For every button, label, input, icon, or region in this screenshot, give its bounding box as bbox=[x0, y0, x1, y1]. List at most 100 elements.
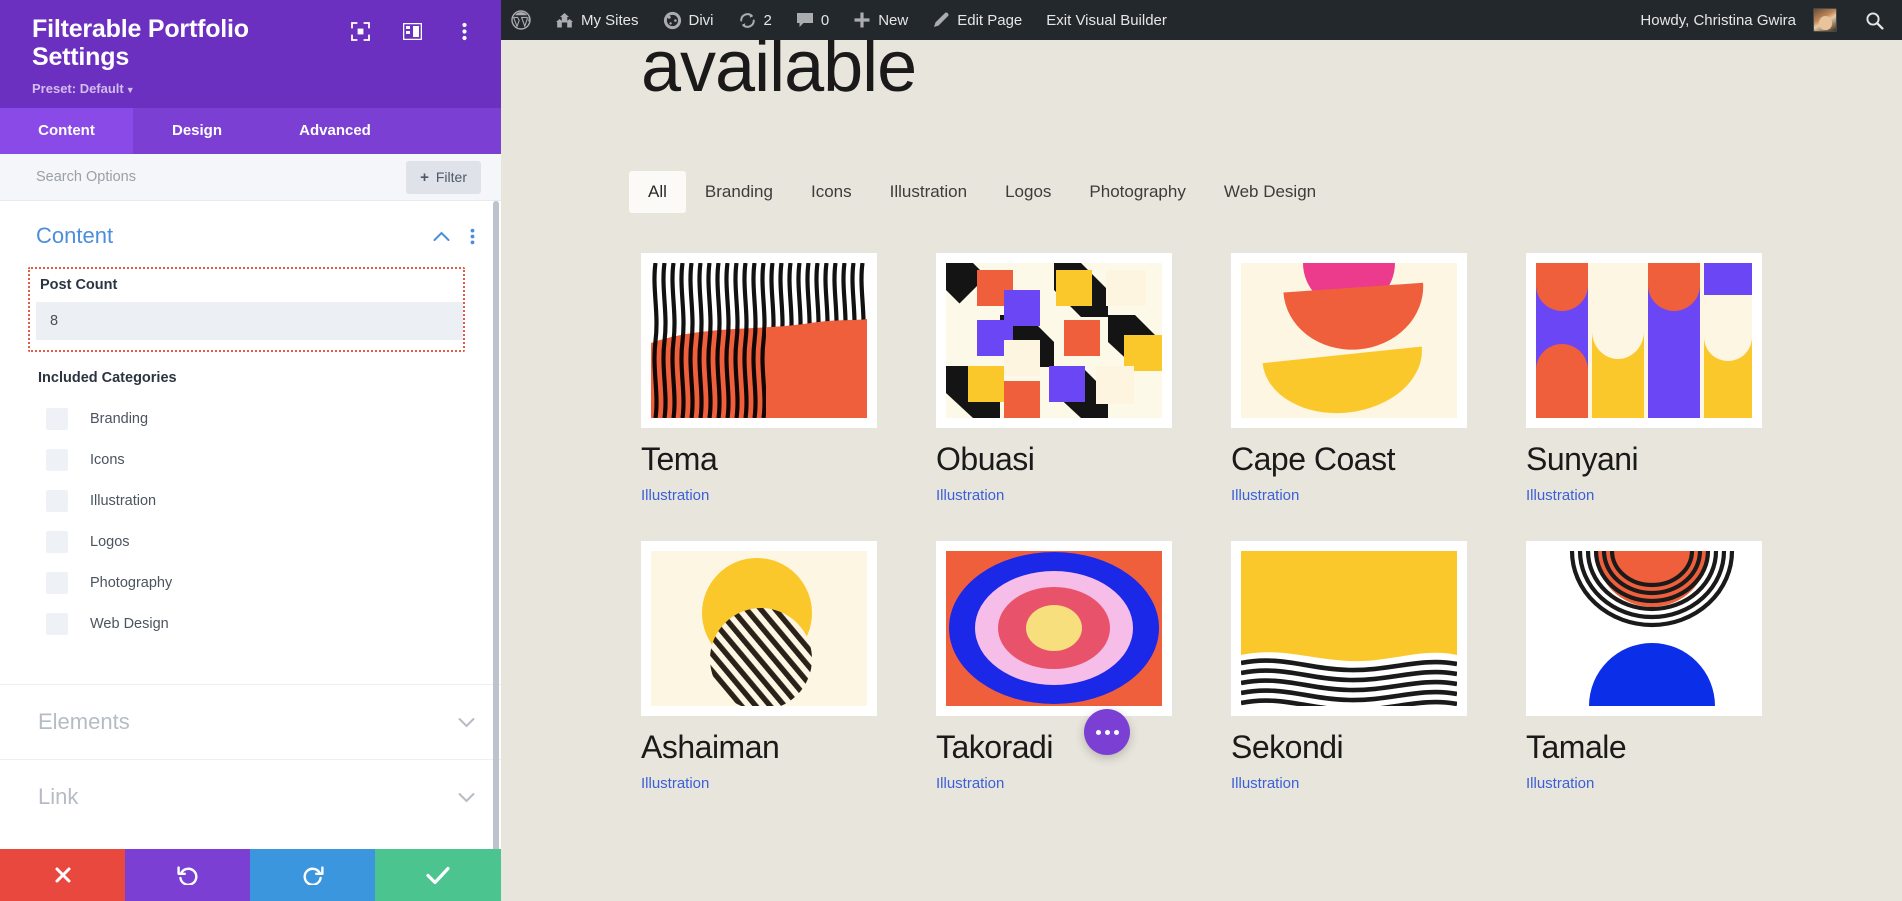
category-checkbox-logos[interactable]: Logos bbox=[38, 521, 465, 562]
tab-content[interactable]: Content bbox=[0, 108, 133, 154]
portfolio-category[interactable]: Illustration bbox=[1231, 487, 1467, 504]
panel-scrollbar[interactable] bbox=[493, 201, 499, 849]
undo-button[interactable] bbox=[125, 849, 250, 901]
checkbox-icon[interactable] bbox=[46, 490, 68, 512]
checkbox-icon[interactable] bbox=[46, 613, 68, 635]
portfolio-category[interactable]: Illustration bbox=[1526, 775, 1762, 792]
more-vertical-icon[interactable] bbox=[453, 20, 475, 42]
portfolio-item[interactable]: Tema Illustration bbox=[641, 253, 877, 504]
section-link[interactable]: Link bbox=[0, 759, 501, 834]
post-count-input[interactable] bbox=[36, 302, 463, 340]
portfolio-item[interactable]: Tamale Illustration bbox=[1526, 541, 1762, 792]
portfolio-item[interactable]: Obuasi Illustration bbox=[936, 253, 1172, 504]
chevron-down-icon[interactable] bbox=[458, 717, 475, 728]
portfolio-filter-tabs: All Branding Icons Illustration Logos Ph… bbox=[501, 171, 1902, 213]
portfolio-category[interactable]: Illustration bbox=[641, 487, 877, 504]
admin-bar-edit-page[interactable]: Edit Page bbox=[920, 0, 1034, 40]
admin-bar-search-button[interactable] bbox=[1849, 11, 1902, 30]
divi-menu-fab[interactable] bbox=[1084, 709, 1130, 755]
filter-tab-web-design[interactable]: Web Design bbox=[1205, 171, 1335, 213]
portfolio-thumbnail[interactable] bbox=[1231, 541, 1467, 716]
portfolio-thumbnail[interactable] bbox=[936, 541, 1172, 716]
plus-icon: + bbox=[420, 169, 429, 186]
portfolio-category[interactable]: Illustration bbox=[936, 775, 1172, 792]
settings-tab-bar: Content Design Advanced bbox=[0, 108, 501, 154]
portfolio-category[interactable]: Illustration bbox=[936, 487, 1172, 504]
tab-advanced[interactable]: Advanced bbox=[261, 108, 409, 154]
admin-bar-wordpress-logo[interactable] bbox=[501, 0, 543, 40]
focus-icon[interactable] bbox=[349, 20, 371, 42]
redo-button[interactable] bbox=[250, 849, 375, 901]
filter-button-label: Filter bbox=[436, 169, 467, 185]
updates-icon bbox=[738, 11, 757, 30]
portfolio-category[interactable]: Illustration bbox=[1526, 487, 1762, 504]
category-label: Branding bbox=[90, 411, 148, 427]
ellipsis-icon bbox=[1114, 730, 1119, 735]
admin-bar-exit-visual-builder[interactable]: Exit Visual Builder bbox=[1034, 0, 1179, 40]
layout-panel-icon[interactable] bbox=[401, 20, 423, 42]
wordpress-admin-bar: My Sites Divi 2 bbox=[501, 0, 1902, 40]
filter-button[interactable]: + Filter bbox=[406, 161, 481, 194]
filter-tab-branding[interactable]: Branding bbox=[686, 171, 792, 213]
post-count-label: Post Count bbox=[36, 277, 463, 302]
chevron-down-icon[interactable] bbox=[458, 792, 475, 803]
admin-bar-new[interactable]: New bbox=[841, 0, 920, 40]
admin-bar-howdy[interactable]: Howdy, Christina Gwira bbox=[1628, 0, 1849, 40]
search-input[interactable] bbox=[36, 169, 406, 185]
portfolio-thumbnail[interactable] bbox=[641, 253, 877, 428]
portfolio-thumbnail[interactable] bbox=[641, 541, 877, 716]
portfolio-category[interactable]: Illustration bbox=[1231, 775, 1467, 792]
portfolio-item[interactable]: Ashaiman Illustration bbox=[641, 541, 877, 792]
category-checkbox-web-design[interactable]: Web Design bbox=[38, 603, 465, 644]
portfolio-item[interactable]: Sunyani Illustration bbox=[1526, 253, 1762, 504]
section-elements[interactable]: Elements bbox=[0, 684, 501, 759]
admin-bar-divi[interactable]: Divi bbox=[651, 0, 726, 40]
save-button[interactable] bbox=[375, 849, 501, 901]
admin-bar-right-group: Howdy, Christina Gwira bbox=[1628, 0, 1902, 40]
admin-bar-label: 2 bbox=[764, 12, 772, 29]
settings-panel-footer bbox=[0, 849, 501, 901]
checkbox-icon[interactable] bbox=[46, 531, 68, 553]
filter-tab-all[interactable]: All bbox=[629, 171, 686, 213]
artwork-arch-rings-dome bbox=[1536, 551, 1752, 706]
portfolio-item[interactable]: Sekondi Illustration bbox=[1231, 541, 1467, 792]
divi-icon bbox=[663, 11, 682, 30]
chevron-up-icon[interactable] bbox=[433, 231, 450, 242]
portfolio-thumbnail[interactable] bbox=[936, 253, 1172, 428]
filter-tab-photography[interactable]: Photography bbox=[1070, 171, 1204, 213]
filter-tab-illustration[interactable]: Illustration bbox=[871, 171, 986, 213]
admin-bar-comments[interactable]: 0 bbox=[784, 0, 841, 40]
checkbox-icon[interactable] bbox=[46, 408, 68, 430]
portfolio-item[interactable]: Takoradi Illustration bbox=[936, 541, 1172, 792]
checkbox-icon[interactable] bbox=[46, 449, 68, 471]
admin-bar-updates[interactable]: 2 bbox=[726, 0, 784, 40]
cancel-button[interactable] bbox=[0, 849, 125, 901]
admin-bar-label: New bbox=[878, 12, 908, 29]
category-label: Logos bbox=[90, 534, 130, 550]
category-label: Web Design bbox=[90, 616, 169, 632]
portfolio-thumbnail[interactable] bbox=[1526, 541, 1762, 716]
included-categories-group: Included Categories Branding Icons Illus… bbox=[0, 352, 501, 644]
preset-selector[interactable]: Preset: Default▼ bbox=[32, 81, 481, 96]
ellipsis-icon bbox=[1096, 730, 1101, 735]
admin-bar-label: My Sites bbox=[581, 12, 639, 29]
content-section-header: Content bbox=[0, 201, 501, 267]
category-checkbox-illustration[interactable]: Illustration bbox=[38, 480, 465, 521]
portfolio-thumbnail[interactable] bbox=[1231, 253, 1467, 428]
portfolio-category[interactable]: Illustration bbox=[641, 775, 877, 792]
portfolio-thumbnail[interactable] bbox=[1526, 253, 1762, 428]
category-checkbox-photography[interactable]: Photography bbox=[38, 562, 465, 603]
category-checkbox-branding[interactable]: Branding bbox=[38, 398, 465, 439]
category-checkbox-icons[interactable]: Icons bbox=[38, 439, 465, 480]
artwork-concentric-circles bbox=[946, 551, 1162, 706]
artwork-geometric-quilt bbox=[946, 263, 1162, 418]
artwork-yellow-wave-stripes bbox=[1241, 551, 1457, 706]
checkbox-icon[interactable] bbox=[46, 572, 68, 594]
section-more-vertical-icon[interactable] bbox=[470, 228, 475, 245]
scrollbar-thumb[interactable] bbox=[493, 201, 499, 849]
filter-tab-logos[interactable]: Logos bbox=[986, 171, 1070, 213]
tab-design[interactable]: Design bbox=[133, 108, 261, 154]
filter-tab-icons[interactable]: Icons bbox=[792, 171, 871, 213]
portfolio-item[interactable]: Cape Coast Illustration bbox=[1231, 253, 1467, 504]
admin-bar-my-sites[interactable]: My Sites bbox=[543, 0, 651, 40]
